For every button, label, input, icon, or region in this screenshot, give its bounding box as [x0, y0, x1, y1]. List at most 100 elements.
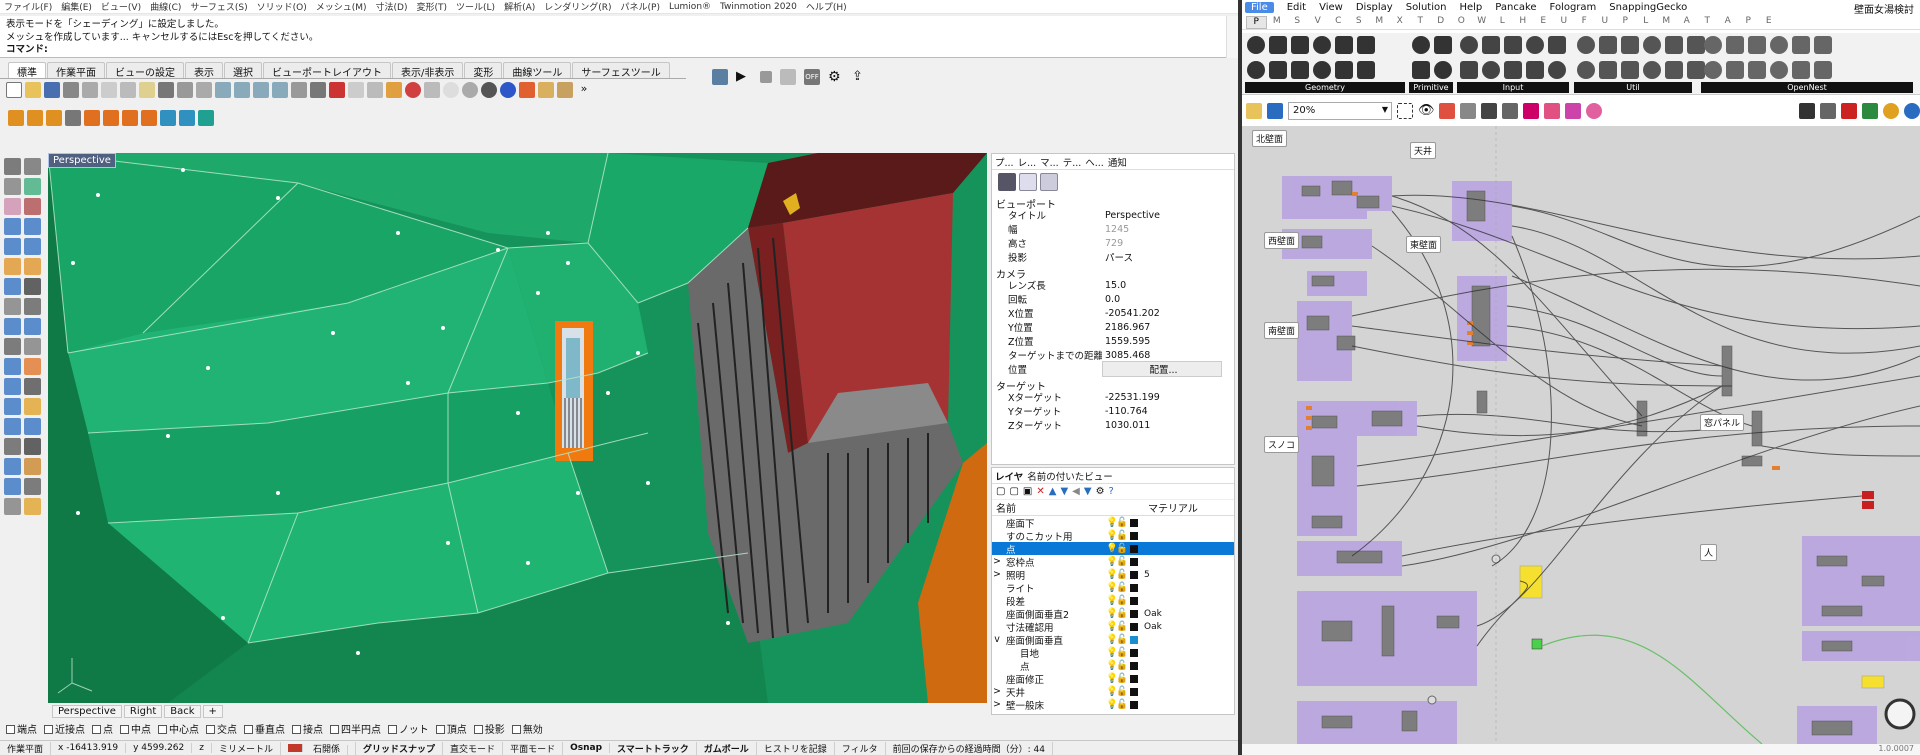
lightbulb-icon[interactable]: 💡	[1106, 582, 1118, 593]
geometry-component-2-icon[interactable]	[1291, 36, 1309, 54]
menu-item-9[interactable]: ツール(L)	[456, 0, 495, 13]
lightbulb-icon[interactable]: 💡	[1106, 673, 1118, 684]
more-tools-icon[interactable]: »	[576, 82, 592, 98]
plugin-tool-9-icon[interactable]	[160, 110, 176, 126]
sketch-icon[interactable]	[1439, 103, 1455, 119]
layer-tools-icon[interactable]: ⚙	[1096, 486, 1105, 497]
camera-prop-value[interactable]: -20541.202	[1102, 308, 1234, 319]
undo-icon[interactable]	[158, 82, 174, 98]
status-toggle-2[interactable]: 平面モード	[503, 741, 564, 755]
gh-tab-11[interactable]: W	[1472, 16, 1493, 29]
plugin-tool-5-icon[interactable]	[84, 110, 100, 126]
opennest-component-11-icon[interactable]	[1814, 61, 1832, 79]
toolbar-tab-6[interactable]: 表示/非表示	[392, 62, 464, 78]
left-tool-21-icon[interactable]	[24, 358, 41, 375]
place-button[interactable]: 配置...	[1102, 361, 1222, 377]
plugin-tool-7-icon[interactable]	[122, 110, 138, 126]
left-tool-6-icon[interactable]	[4, 218, 21, 235]
geometry-component-10-icon[interactable]	[1335, 61, 1353, 79]
checkbox-icon[interactable]	[244, 724, 253, 734]
perspective-viewport[interactable]: Perspective	[48, 153, 987, 703]
layer-color-swatch[interactable]	[1130, 674, 1138, 683]
gh-tab-8[interactable]: T	[1410, 16, 1431, 29]
cplane-icon[interactable]	[329, 82, 345, 98]
menu-item-15[interactable]: ヘルプ(H)	[806, 0, 847, 13]
osnap-5[interactable]: 交点	[206, 721, 237, 736]
left-tool-26-icon[interactable]	[4, 418, 21, 435]
tab-named-views[interactable]: 名前の付いたビュー	[1027, 469, 1113, 483]
left-tool-19-icon[interactable]	[24, 338, 41, 355]
cut-icon[interactable]	[101, 82, 117, 98]
left-tool-20-icon[interactable]	[4, 358, 21, 375]
left-tool-25-icon[interactable]	[24, 398, 41, 415]
viewport-tab-1[interactable]: Right	[123, 704, 163, 718]
layer-color-swatch[interactable]	[1130, 583, 1138, 592]
geometry-component-6-icon[interactable]	[1247, 61, 1265, 79]
properties-tab-5[interactable]: 通知	[1108, 155, 1127, 169]
primitive-component-3-icon[interactable]	[1434, 61, 1452, 79]
gh-menu-item-6[interactable]: Pancake	[1495, 2, 1536, 13]
lightbulb-icon[interactable]	[386, 82, 402, 98]
geometry-component-5-icon[interactable]	[1357, 36, 1375, 54]
new-sublayer-icon[interactable]: ▢	[1009, 486, 1018, 497]
paste-icon[interactable]	[139, 82, 155, 98]
layer-row[interactable]: 点 💡 🔓	[992, 542, 1234, 556]
util-component-0-icon[interactable]	[1577, 36, 1595, 54]
new-layer-icon[interactable]: ▢	[996, 486, 1005, 497]
lightbulb-icon[interactable]: 💡	[1106, 686, 1118, 697]
shaded-sphere-icon[interactable]	[481, 82, 497, 98]
toolbar-tab-9[interactable]: サーフェスツール	[572, 62, 670, 78]
left-tool-23-icon[interactable]	[24, 378, 41, 395]
left-tool-34-icon[interactable]	[4, 498, 21, 515]
properties-tab-2[interactable]: マ...	[1040, 155, 1059, 169]
lightbulb-icon[interactable]: 💡	[1106, 569, 1118, 580]
settings-icon[interactable]	[557, 82, 573, 98]
opennest-component-8-icon[interactable]	[1748, 61, 1766, 79]
osnap-7[interactable]: 接点	[292, 721, 323, 736]
left-tool-14-icon[interactable]	[4, 298, 21, 315]
osnap-9[interactable]: ノット	[388, 721, 429, 736]
gh-menu-item-3[interactable]: Display	[1356, 2, 1393, 13]
input-component-4-icon[interactable]	[1548, 36, 1566, 54]
layer-row[interactable]: 座面側面垂直2 💡 🔓 Oak	[992, 607, 1234, 621]
menu-item-5[interactable]: ソリッド(O)	[257, 0, 307, 13]
status-toggle-0[interactable]: グリッドスナップ	[356, 741, 444, 755]
points-icon[interactable]	[367, 82, 383, 98]
viewport-prop-value[interactable]: 729	[1102, 238, 1234, 249]
left-tool-7-icon[interactable]	[24, 218, 41, 235]
checkbox-icon[interactable]	[44, 724, 53, 734]
osnap-3[interactable]: 中点	[120, 721, 151, 736]
input-component-9-icon[interactable]	[1548, 61, 1566, 79]
preview-eye-icon[interactable]: 👁	[1418, 103, 1435, 119]
bake-icon[interactable]	[1460, 103, 1476, 119]
grid-icon[interactable]	[310, 82, 326, 98]
left-tool-18-icon[interactable]	[4, 338, 21, 355]
gh-tab-6[interactable]: M	[1369, 16, 1390, 29]
opennest-component-3-icon[interactable]	[1770, 36, 1788, 54]
rotate-view-icon[interactable]	[196, 82, 212, 98]
preview-mode-5-icon[interactable]	[1883, 103, 1899, 119]
lock-icon[interactable]: 🔓	[1116, 582, 1128, 593]
viewport-title[interactable]: Perspective	[48, 153, 116, 168]
lock-icon[interactable]: 🔓	[1116, 608, 1128, 619]
gh-tab-19[interactable]: L	[1636, 16, 1657, 29]
util-component-4-icon[interactable]	[1665, 36, 1683, 54]
layer-row[interactable]: > 天井 💡 🔓	[992, 685, 1234, 699]
left-tool-33-icon[interactable]	[24, 478, 41, 495]
preview-mode-4-icon[interactable]	[1862, 103, 1878, 119]
column-name[interactable]: 名前	[992, 500, 1110, 515]
gh-tab-9[interactable]: D	[1431, 16, 1452, 29]
gh-tab-20[interactable]: M	[1656, 16, 1677, 29]
target-prop-value[interactable]: -110.764	[1102, 406, 1234, 417]
gh-menu-item-1[interactable]: Edit	[1287, 2, 1306, 13]
checkbox-icon[interactable]	[511, 724, 521, 734]
gh-tab-23[interactable]: A	[1718, 16, 1739, 29]
checkbox-icon[interactable]	[292, 724, 301, 734]
open-folder-icon[interactable]	[25, 82, 41, 98]
options-icon[interactable]	[538, 82, 554, 98]
help-icon[interactable]: ?	[1109, 486, 1114, 497]
toolbar-tab-3[interactable]: 表示	[185, 62, 223, 78]
left-tool-35-icon[interactable]	[24, 498, 41, 515]
menu-item-7[interactable]: 寸法(D)	[376, 0, 408, 13]
material-sphere-icon[interactable]	[462, 82, 478, 98]
